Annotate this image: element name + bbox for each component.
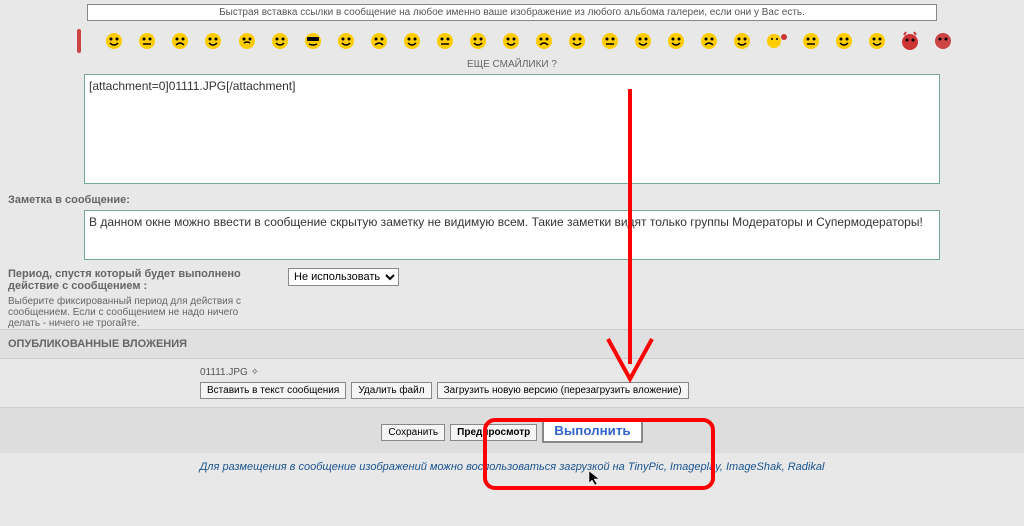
note-editor[interactable] — [84, 210, 940, 260]
execute-button[interactable]: Выполнить — [542, 418, 642, 443]
save-button[interactable]: Сохранить — [381, 424, 445, 441]
smiley-icon[interactable] — [271, 32, 289, 50]
smiley-icon[interactable] — [835, 32, 853, 50]
smiley-icon[interactable] — [700, 32, 718, 50]
attachments-header: ОПУБЛИКОВАННЫЕ ВЛОЖЕНИЯ — [0, 329, 1024, 359]
message-editor[interactable] — [84, 74, 940, 184]
delete-attachment-button[interactable]: Удалить файл — [351, 382, 431, 399]
quick-insert-bar[interactable]: Быстрая вставка ссылки в сообщение на лю… — [87, 4, 937, 21]
smiley-icon[interactable] — [238, 32, 256, 50]
reload-attachment-button[interactable]: Загрузить новую версию (перезагрузить вл… — [437, 382, 689, 399]
smiley-icon[interactable] — [138, 32, 156, 50]
smiley-icon[interactable] — [502, 32, 520, 50]
smiley-icon[interactable] — [634, 32, 652, 50]
smiley-icon[interactable] — [535, 32, 553, 50]
smiley-icon[interactable] — [733, 32, 751, 50]
footer-text: Для размещения в сообщение изображений м… — [0, 453, 1024, 481]
preview-button[interactable]: Предпросмотр — [450, 424, 537, 441]
smiley-icon[interactable] — [171, 32, 189, 50]
smiley-icon[interactable] — [868, 32, 886, 50]
smiley-icon[interactable] — [469, 32, 487, 50]
smiley-icon[interactable] — [667, 32, 685, 50]
smiley-icon[interactable] — [436, 32, 454, 50]
smiley-icon[interactable] — [568, 32, 586, 50]
smiley-icon[interactable] — [601, 32, 619, 50]
period-description: Выберите фиксированный период для действ… — [0, 296, 270, 329]
period-select[interactable]: Не использовать — [288, 268, 399, 286]
smiley-icon[interactable] — [337, 32, 355, 50]
attachment-filename: 01111.JPG ✧ — [200, 367, 1024, 382]
smiley-icon[interactable] — [403, 32, 421, 50]
smiley-icon[interactable] — [204, 32, 222, 50]
devil-icon[interactable] — [901, 31, 919, 51]
smiley-icon[interactable] — [802, 32, 820, 50]
stick-icon — [66, 29, 92, 53]
period-label: Период, спустя который будет выполнено д… — [8, 268, 278, 292]
emoji-row — [0, 25, 1024, 57]
smiley-icon[interactable] — [370, 32, 388, 50]
smiley-icon[interactable] — [105, 32, 123, 50]
note-label: Заметка в сообщение: — [0, 184, 1024, 210]
smiley-red-icon[interactable] — [934, 32, 952, 50]
insert-attachment-button[interactable]: Вставить в текст сообщения — [200, 382, 346, 399]
smiley-flower-icon[interactable] — [767, 32, 787, 50]
more-smilies-link[interactable]: ЕЩЕ СМАЙЛИКИ ? — [0, 57, 1024, 74]
smiley-sunglasses-icon[interactable] — [304, 32, 322, 50]
